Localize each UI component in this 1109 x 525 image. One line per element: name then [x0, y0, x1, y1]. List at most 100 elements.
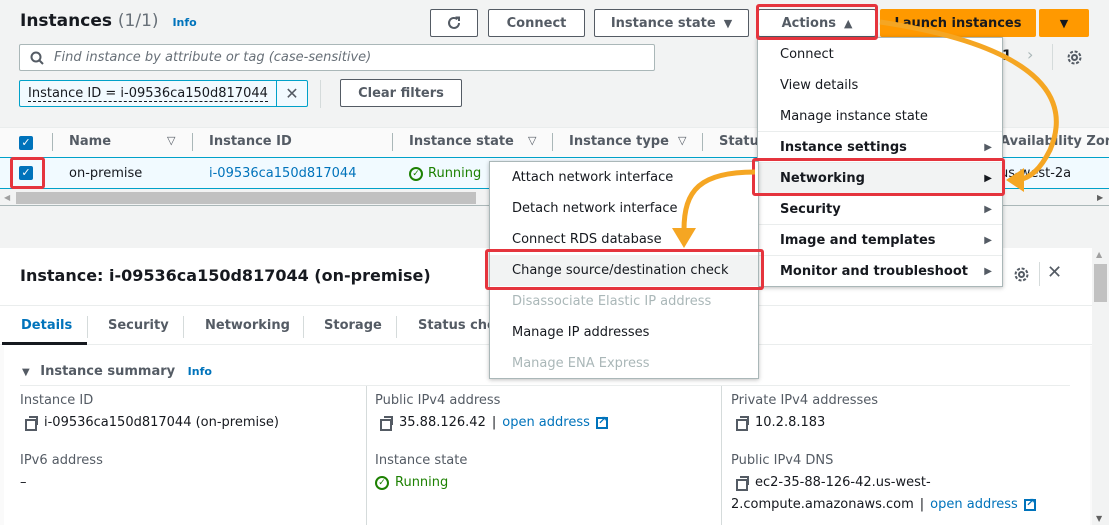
submenu-item-attach-network-interface[interactable]: Attach network interface — [490, 162, 758, 193]
tab-storage[interactable]: Storage — [324, 318, 382, 333]
actions-label: Actions — [781, 15, 836, 31]
select-all-checkbox[interactable]: ✓ — [19, 136, 33, 150]
submenu-arrow-icon: ▶ — [984, 173, 992, 184]
active-tab-indicator — [2, 342, 87, 345]
copy-icon[interactable] — [25, 416, 38, 431]
copy-icon[interactable] — [380, 416, 393, 431]
collapse-caret-icon: ▼ — [22, 367, 30, 378]
column-separator — [702, 133, 703, 151]
instance-count: (1/1) — [117, 11, 159, 31]
public-dns-text-2: 2.compute.amazonaws.com — [731, 497, 914, 512]
menu-item-label: Attach network interface — [512, 170, 674, 185]
connect-label: Connect — [506, 15, 567, 31]
tab-details[interactable]: Details — [21, 318, 72, 333]
public-ipv4-label: Public IPv4 address — [375, 393, 501, 408]
tab-security[interactable]: Security — [108, 318, 169, 333]
clear-filters-button[interactable]: Clear filters — [340, 79, 462, 107]
scroll-down-icon[interactable]: ▼ — [1096, 514, 1102, 523]
page-number[interactable]: 1 — [1002, 48, 1012, 64]
column-header-instance-type[interactable]: Instance type — [569, 134, 669, 149]
clear-filters-label: Clear filters — [358, 85, 444, 101]
divider — [1039, 262, 1040, 286]
close-panel-icon[interactable]: ✕ — [1047, 262, 1062, 283]
panel-settings-icon[interactable] — [1013, 266, 1030, 283]
menu-item-image-and-templates[interactable]: Image and templates ▶ — [758, 225, 1002, 256]
filter-token-text: Instance ID = i-09536ca150d817044 — [28, 85, 268, 102]
launch-instances-button[interactable]: Launch instances — [880, 9, 1036, 37]
row-checkbox[interactable]: ✓ — [19, 166, 33, 180]
summary-header[interactable]: ▼ Instance summary Info — [22, 364, 212, 379]
launch-dropdown-button[interactable]: ▼ — [1039, 9, 1089, 37]
column-header-name[interactable]: Name — [69, 134, 111, 149]
copy-icon[interactable] — [736, 476, 749, 491]
submenu-item-change-source-destination-check[interactable]: Change source/destination check — [490, 255, 758, 286]
tab-networking[interactable]: Networking — [205, 318, 290, 333]
search-bar[interactable] — [19, 44, 655, 71]
public-dns-label: Public IPv4 DNS — [731, 453, 834, 468]
check-circle-icon: ✓ — [375, 475, 389, 490]
filter-token: Instance ID = i-09536ca150d817044 ✕ — [19, 80, 308, 107]
divider — [20, 385, 1070, 386]
sort-icon[interactable]: ▽ — [528, 134, 536, 147]
refresh-icon — [448, 16, 460, 29]
vertical-scrollbar[interactable]: ▲ ▼ — [1092, 248, 1109, 525]
instance-state-button[interactable]: Instance state ▼ — [594, 9, 749, 37]
menu-item-label: Connect RDS database — [512, 232, 662, 247]
menu-item-instance-settings[interactable]: Instance settings ▶ — [758, 132, 1002, 163]
menu-item-view-details[interactable]: View details — [758, 70, 1002, 101]
open-address-link[interactable]: open address — [502, 415, 590, 430]
column-header-instance-id[interactable]: Instance ID — [209, 134, 292, 149]
next-page-icon[interactable]: › — [1027, 45, 1033, 64]
scrollbar-thumb[interactable] — [16, 192, 476, 204]
external-link-icon[interactable] — [1023, 496, 1036, 511]
scroll-left-icon[interactable]: ◀ — [4, 193, 10, 202]
submenu-item-detach-network-interface[interactable]: Detach network interface — [490, 193, 758, 224]
networking-submenu: Attach network interface Detach network … — [489, 161, 759, 379]
copy-icon[interactable] — [736, 416, 749, 431]
menu-item-connect[interactable]: Connect — [758, 39, 1002, 70]
submenu-item-manage-ip-addresses[interactable]: Manage IP addresses — [490, 317, 758, 348]
refresh-button[interactable] — [430, 9, 478, 37]
ipv6-value: – — [20, 475, 27, 490]
row-state-text: Running — [428, 166, 482, 181]
caret-down-icon: ▼ — [723, 16, 733, 30]
instance-id-value: i-09536ca150d817044 (on-premise) — [25, 415, 279, 431]
menu-item-label: Networking — [780, 171, 865, 186]
menu-item-networking[interactable]: Networking ▶ — [758, 163, 1002, 194]
check-circle-icon: ✓ — [409, 166, 423, 181]
scroll-right-icon[interactable]: ▶ — [1097, 193, 1103, 202]
column-header-availability-zone[interactable]: Availability Zone — [1000, 134, 1109, 149]
divider — [320, 80, 321, 108]
ipv6-label: IPv6 address — [20, 453, 103, 468]
open-dns-link[interactable]: open address — [930, 497, 1018, 512]
menu-item-label: Monitor and troubleshoot — [780, 264, 968, 279]
row-instance-id-link[interactable]: i-09536ca150d817044 — [209, 166, 356, 181]
divider — [1052, 44, 1053, 70]
menu-item-label: Change source/destination check — [512, 263, 729, 278]
menu-item-monitor-and-troubleshoot[interactable]: Monitor and troubleshoot ▶ — [758, 256, 1002, 287]
sort-icon[interactable]: ▽ — [678, 134, 686, 147]
scroll-up-icon[interactable]: ▲ — [1096, 250, 1102, 259]
menu-item-security[interactable]: Security ▶ — [758, 194, 1002, 225]
filter-token-label[interactable]: Instance ID = i-09536ca150d817044 — [20, 81, 277, 106]
summary-info-link[interactable]: Info — [188, 365, 212, 378]
menu-item-manage-instance-state[interactable]: Manage instance state — [758, 101, 1002, 132]
instance-id-text: i-09536ca150d817044 (on-premise) — [44, 415, 279, 430]
actions-menu: Connect View details Manage instance sta… — [757, 37, 1003, 287]
sort-icon[interactable]: ▽ — [167, 134, 175, 147]
info-link[interactable]: Info — [172, 16, 196, 29]
submenu-item-connect-rds-database[interactable]: Connect RDS database — [490, 224, 758, 255]
private-ipv4-label: Private IPv4 addresses — [731, 393, 879, 408]
external-link-icon[interactable] — [595, 414, 608, 429]
menu-item-label: Connect — [780, 47, 834, 62]
scrollbar-thumb[interactable] — [1094, 264, 1107, 302]
column-separator — [552, 133, 553, 151]
connect-button[interactable]: Connect — [488, 9, 585, 37]
settings-icon[interactable] — [1066, 49, 1083, 66]
separator-text: | — [919, 497, 925, 512]
column-header-instance-state[interactable]: Instance state — [409, 134, 514, 149]
menu-item-label: Manage IP addresses — [512, 325, 650, 340]
search-input[interactable] — [54, 50, 616, 65]
remove-filter-button[interactable]: ✕ — [277, 81, 307, 106]
actions-button[interactable]: Actions ▲ — [758, 9, 876, 37]
